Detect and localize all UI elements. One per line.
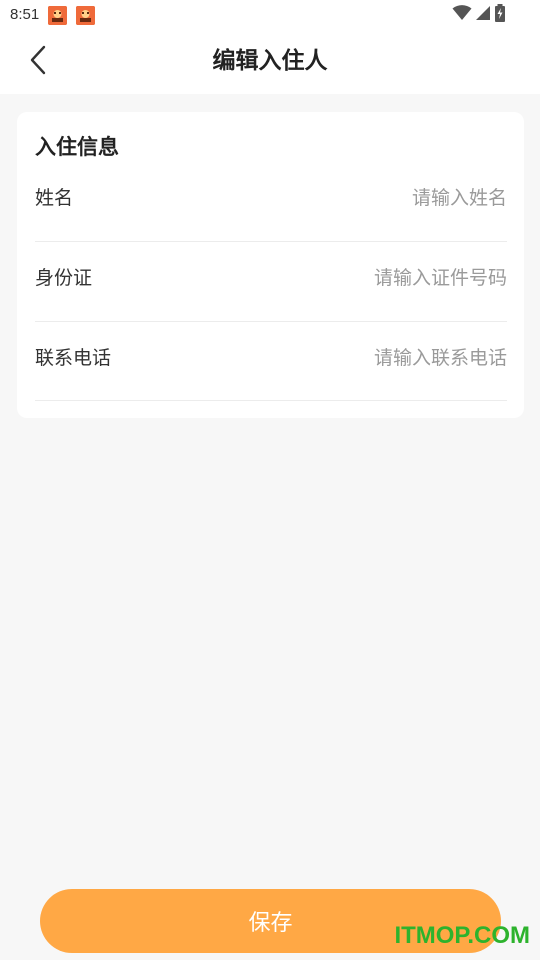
id-card-row: 身份证: [35, 242, 507, 322]
screen: 8:51 编辑入住人 入住信息 姓名 请输入姓名 身份证 请输入证件号码 联系电…: [0, 0, 540, 960]
system-status-icons: [452, 4, 506, 26]
watermark: ITMOP.COM: [394, 922, 530, 949]
name-input[interactable]: [207, 182, 507, 214]
phone-input[interactable]: [207, 342, 507, 374]
phone-row: 联系电话: [35, 322, 507, 401]
id-card-input[interactable]: [207, 262, 507, 294]
app-notification-icon: [76, 6, 95, 25]
id-card-label: 身份证: [35, 267, 93, 289]
app-notification-icon: [48, 6, 67, 25]
nav-bar: 编辑入住人: [0, 32, 540, 94]
name-label: 姓名: [35, 187, 74, 209]
status-bar: 8:51: [0, 0, 540, 32]
page-title: 编辑入住人: [212, 48, 328, 74]
guest-info-card: 入住信息 姓名 身份证 联系电话: [17, 112, 524, 418]
card-title: 入住信息: [35, 135, 119, 159]
name-row: 姓名: [35, 162, 507, 242]
cell-signal-icon: [475, 5, 491, 25]
battery-charging-icon: [494, 4, 506, 26]
wifi-icon: [452, 5, 472, 25]
phone-label: 联系电话: [35, 347, 112, 369]
status-time: 8:51: [10, 6, 40, 23]
